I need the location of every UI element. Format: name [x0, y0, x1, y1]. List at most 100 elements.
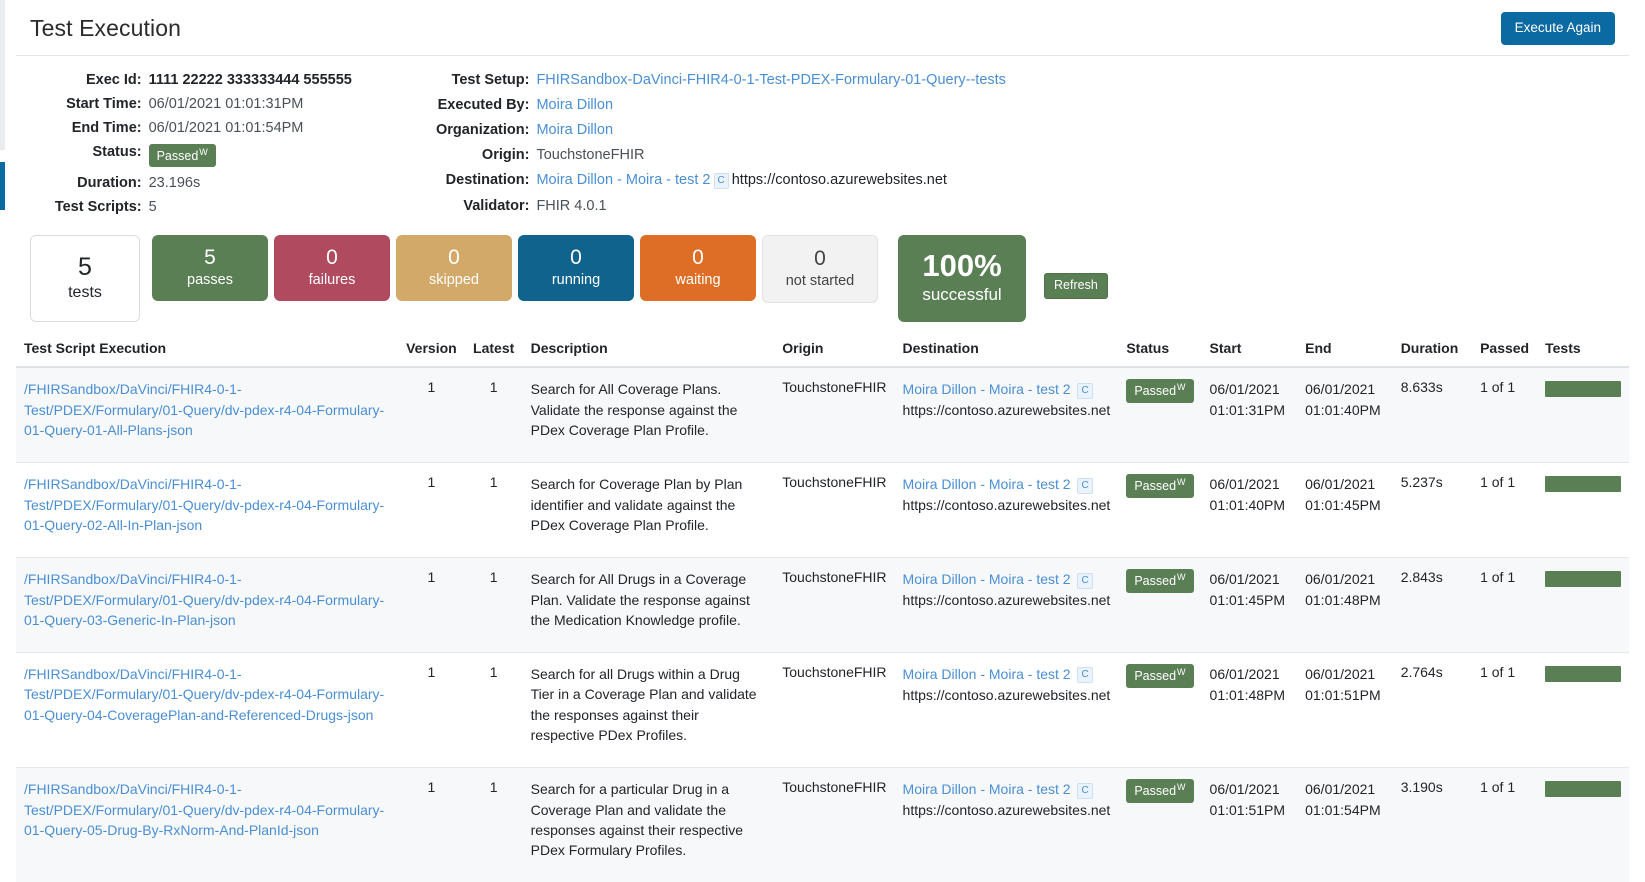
end-time: 01:01:51PM — [1305, 687, 1381, 704]
cell-origin: TouchstoneFHIR — [774, 462, 895, 558]
col-passed[interactable]: Passed — [1472, 334, 1538, 369]
left-scroll-rail-accent[interactable] — [0, 162, 5, 210]
col-latest[interactable]: Latest — [464, 334, 523, 369]
destination-link[interactable]: Moira Dillon - Moira - test 2 — [903, 476, 1071, 492]
stat-not-started-count: 0 — [814, 247, 826, 271]
stat-tile-failures[interactable]: 0 failures — [274, 235, 390, 302]
meta-row-end-time: End Time: 06/01/2021 01:01:54PM — [16, 118, 436, 142]
stat-running-label: running — [551, 272, 601, 289]
test-setup-value: FHIRSandbox-DaVinci-FHIR4-0-1-Test-PDEX-… — [536, 70, 1005, 95]
stat-tile-passes[interactable]: 5 passes — [152, 235, 268, 302]
test-setup-label: Test Setup: — [451, 71, 530, 88]
test-scripts-label: Test Scripts: — [54, 199, 142, 216]
status-badge: PassedW — [1126, 779, 1194, 803]
cell-start: 06/01/2021 01:01:48PM — [1201, 652, 1298, 768]
cell-duration: 3.190s — [1392, 767, 1473, 882]
cell-latest: 1 — [464, 557, 523, 653]
table-row: /FHIRSandbox/DaVinci/FHIR4-0-1-Test/PDEX… — [16, 462, 1629, 558]
left-scroll-rail-top — [0, 0, 5, 150]
cell-description: Search for a particular Drug in a Covera… — [522, 767, 775, 882]
end-time-value: 06/01/2021 01:01:54PM — [148, 119, 304, 136]
start-time-value: 06/01/2021 01:01:31PM — [148, 95, 304, 112]
col-start[interactable]: Start — [1201, 334, 1298, 369]
cell-duration: 2.764s — [1392, 652, 1473, 768]
col-status[interactable]: Status — [1118, 334, 1202, 369]
page-title: Test Execution — [30, 14, 181, 41]
test-setup-link[interactable]: FHIRSandbox-DaVinci-FHIR4-0-1-Test-PDEX-… — [536, 72, 1005, 88]
stat-tile-not-started[interactable]: 0 not started — [762, 235, 878, 304]
end-date: 06/01/2021 — [1305, 571, 1376, 588]
cell-latest: 1 — [464, 652, 523, 768]
cell-destination: Moira Dillon - Moira - test 2 C https://… — [894, 652, 1119, 768]
test-script-link[interactable]: /FHIRSandbox/DaVinci/FHIR4-0-1-Test/PDEX… — [24, 569, 390, 630]
cell-passed: 1 of 1 — [1472, 462, 1538, 558]
organization-label: Organization: — [436, 121, 530, 138]
col-destination[interactable]: Destination — [894, 334, 1119, 369]
conformance-chip-icon: C — [1077, 667, 1093, 684]
stat-tile-waiting[interactable]: 0 waiting — [640, 235, 756, 302]
start-time: 01:01:40PM — [1209, 497, 1286, 514]
col-description[interactable]: Description — [522, 334, 775, 369]
description-text: Search for Coverage Plan by Plan identif… — [530, 476, 743, 533]
cell-start: 06/01/2021 01:01:40PM — [1201, 462, 1298, 558]
meta-row-duration: Duration: 23.196s — [16, 173, 436, 197]
test-script-link[interactable]: /FHIRSandbox/DaVinci/FHIR4-0-1-Test/PDEX… — [24, 474, 390, 535]
status-badge-text: Passed — [1134, 669, 1177, 684]
tests-pass-bar — [1545, 571, 1621, 588]
page-header: Test Execution Execute Again — [16, 0, 1629, 56]
destination-link[interactable]: Moira Dillon - Moira - test 2 — [903, 571, 1071, 587]
meta-row-validator: Validator: FHIR 4.0.1 — [436, 196, 1006, 221]
table-header-row: Test Script Execution Version Latest Des… — [16, 334, 1629, 369]
cell-start: 06/01/2021 01:01:51PM — [1201, 767, 1298, 882]
col-tests[interactable]: Tests — [1537, 334, 1629, 369]
description-text: Search for All Coverage Plans. Validate … — [530, 381, 738, 439]
cell-description: Search for all Drugs within a Drug Tier … — [522, 652, 775, 768]
col-test-script-execution[interactable]: Test Script Execution — [16, 334, 399, 369]
cell-duration: 8.633s — [1392, 366, 1473, 463]
status-badge-text: Passed — [156, 148, 199, 163]
stat-tests-label: tests — [68, 284, 102, 302]
col-origin[interactable]: Origin — [774, 334, 895, 369]
execute-again-button[interactable]: Execute Again — [1500, 12, 1615, 45]
stat-failures-label: failures — [308, 272, 356, 289]
col-version[interactable]: Version — [398, 334, 465, 369]
cell-test-script: /FHIRSandbox/DaVinci/FHIR4-0-1-Test/PDEX… — [16, 557, 399, 653]
stat-tile-skipped[interactable]: 0 skipped — [396, 235, 512, 302]
col-end[interactable]: End — [1297, 334, 1393, 369]
stats-summary: 5 tests 5 passes 0 failures 0 skipped 0 … — [16, 223, 1629, 323]
destination-link[interactable]: Moira Dillon - Moira - test 2 — [903, 781, 1071, 797]
cell-origin: TouchstoneFHIR — [774, 557, 895, 653]
cell-description: Search for All Coverage Plans. Validate … — [522, 366, 775, 463]
executed-by-link[interactable]: Moira Dillon — [536, 97, 613, 113]
success-rate-percent: 100% — [922, 248, 1002, 284]
stat-tile-running[interactable]: 0 running — [518, 235, 634, 302]
status-badge: PassedW — [148, 143, 216, 168]
col-duration[interactable]: Duration — [1392, 334, 1473, 369]
refresh-button[interactable]: Refresh — [1044, 273, 1108, 299]
meta-row-test-setup: Test Setup: FHIRSandbox-DaVinci-FHIR4-0-… — [436, 70, 1006, 95]
cell-latest: 1 — [464, 767, 523, 882]
stat-running-count: 0 — [570, 246, 582, 270]
cell-version: 1 — [398, 652, 465, 768]
destination-link[interactable]: Moira Dillon - Moira - test 2 — [903, 666, 1071, 682]
cell-origin: TouchstoneFHIR — [774, 767, 895, 882]
conformance-chip-icon: C — [1077, 477, 1093, 494]
cell-description: Search for Coverage Plan by Plan identif… — [522, 462, 775, 558]
destination-link[interactable]: Moira Dillon - Moira - test 2 — [536, 172, 710, 188]
test-script-link[interactable]: /FHIRSandbox/DaVinci/FHIR4-0-1-Test/PDEX… — [24, 779, 390, 840]
cell-passed: 1 of 1 — [1472, 767, 1538, 882]
organization-value: Moira Dillon — [536, 120, 1005, 145]
test-script-link[interactable]: /FHIRSandbox/DaVinci/FHIR4-0-1-Test/PDEX… — [24, 664, 390, 725]
conformance-chip-icon: C — [713, 172, 729, 189]
cell-passed: 1 of 1 — [1472, 557, 1538, 653]
cell-destination: Moira Dillon - Moira - test 2 C https://… — [894, 462, 1119, 558]
destination-link[interactable]: Moira Dillon - Moira - test 2 — [903, 381, 1071, 397]
exec-id-value: 1111 22222 333333444 555555 — [148, 71, 352, 88]
stat-tile-tests[interactable]: 5 tests — [30, 235, 140, 323]
start-date: 06/01/2021 — [1209, 381, 1280, 398]
status-badge-sup: W — [1177, 572, 1186, 583]
test-script-link[interactable]: /FHIRSandbox/DaVinci/FHIR4-0-1-Test/PDEX… — [24, 379, 390, 440]
cell-status: PassedW — [1118, 462, 1202, 558]
cell-version: 1 — [398, 366, 465, 463]
organization-link[interactable]: Moira Dillon — [536, 122, 613, 138]
